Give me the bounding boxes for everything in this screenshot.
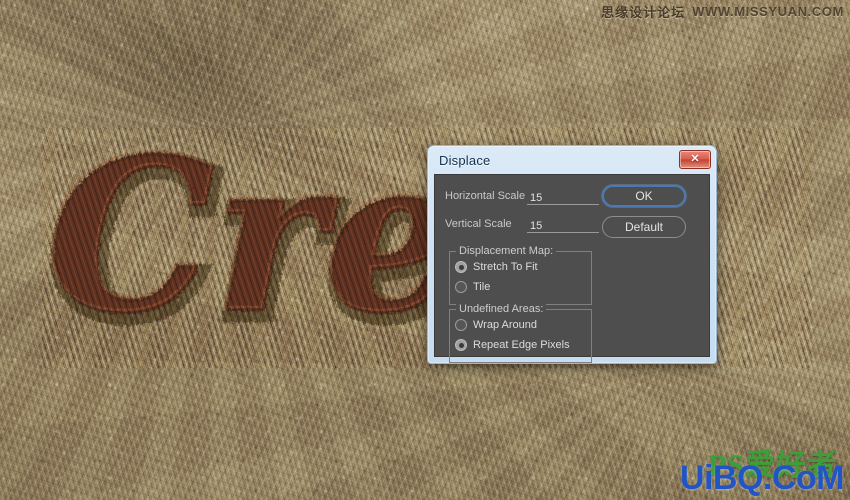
undefined-areas-group-title: Undefined Areas:	[456, 303, 546, 315]
horizontal-scale-row: Horizontal Scale	[445, 187, 599, 205]
watermark-uibq-text: UiBQ.CoM	[680, 459, 844, 498]
close-icon[interactable]: ✕	[679, 150, 711, 169]
watermark-cn-text: 思缘设计论坛	[601, 2, 685, 21]
displace-dialog: Displace ✕ Horizontal Scale Vertical Sca…	[427, 145, 717, 364]
radio-wrap-around-label: Wrap Around	[473, 319, 537, 331]
vertical-scale-label: Vertical Scale	[445, 218, 527, 230]
vertical-scale-field[interactable]	[527, 216, 599, 233]
ok-button[interactable]: OK	[602, 185, 686, 207]
radio-stretch-to-fit[interactable]: Stretch To Fit	[455, 261, 538, 273]
radio-tile[interactable]: Tile	[455, 281, 490, 293]
horizontal-scale-underline	[527, 204, 599, 205]
radio-icon-empty	[455, 281, 467, 293]
horizontal-scale-field[interactable]	[527, 188, 599, 205]
horizontal-scale-label: Horizontal Scale	[445, 190, 527, 202]
screenshot-root: Cree Cree Cree Cree 思缘设计论坛 WWW.MISSYUAN.…	[0, 0, 850, 500]
radio-stretch-to-fit-label: Stretch To Fit	[473, 261, 538, 273]
close-glyph: ✕	[690, 154, 699, 165]
dialog-title: Displace	[439, 153, 490, 168]
radio-icon-empty	[455, 319, 467, 331]
radio-repeat-edge-pixels-label: Repeat Edge Pixels	[473, 339, 570, 351]
watermark-url-text: WWW.MISSYUAN.COM	[692, 4, 844, 19]
vertical-scale-underline	[527, 232, 599, 233]
watermark-top-right: 思缘设计论坛 WWW.MISSYUAN.COM	[601, 2, 844, 21]
background-vignette	[0, 0, 850, 500]
dialog-titlebar[interactable]: Displace ✕	[428, 146, 716, 174]
undefined-areas-group: Undefined Areas: Wrap Around Repeat Edge…	[449, 309, 592, 363]
radio-icon-selected	[455, 261, 467, 273]
radio-icon-selected	[455, 339, 467, 351]
vertical-scale-row: Vertical Scale	[445, 215, 599, 233]
radio-tile-label: Tile	[473, 281, 490, 293]
displacement-map-group-title: Displacement Map:	[456, 245, 556, 257]
radio-repeat-edge-pixels[interactable]: Repeat Edge Pixels	[455, 339, 570, 351]
displacement-map-group: Displacement Map: Stretch To Fit Tile	[449, 251, 592, 305]
default-button[interactable]: Default	[602, 216, 686, 238]
radio-wrap-around[interactable]: Wrap Around	[455, 319, 537, 331]
dialog-panel: Horizontal Scale Vertical Scale OK Defau…	[434, 174, 710, 357]
watermark-bottom-right: PS爱好者 www.psahz.com UiBQ.CoM	[656, 438, 846, 498]
